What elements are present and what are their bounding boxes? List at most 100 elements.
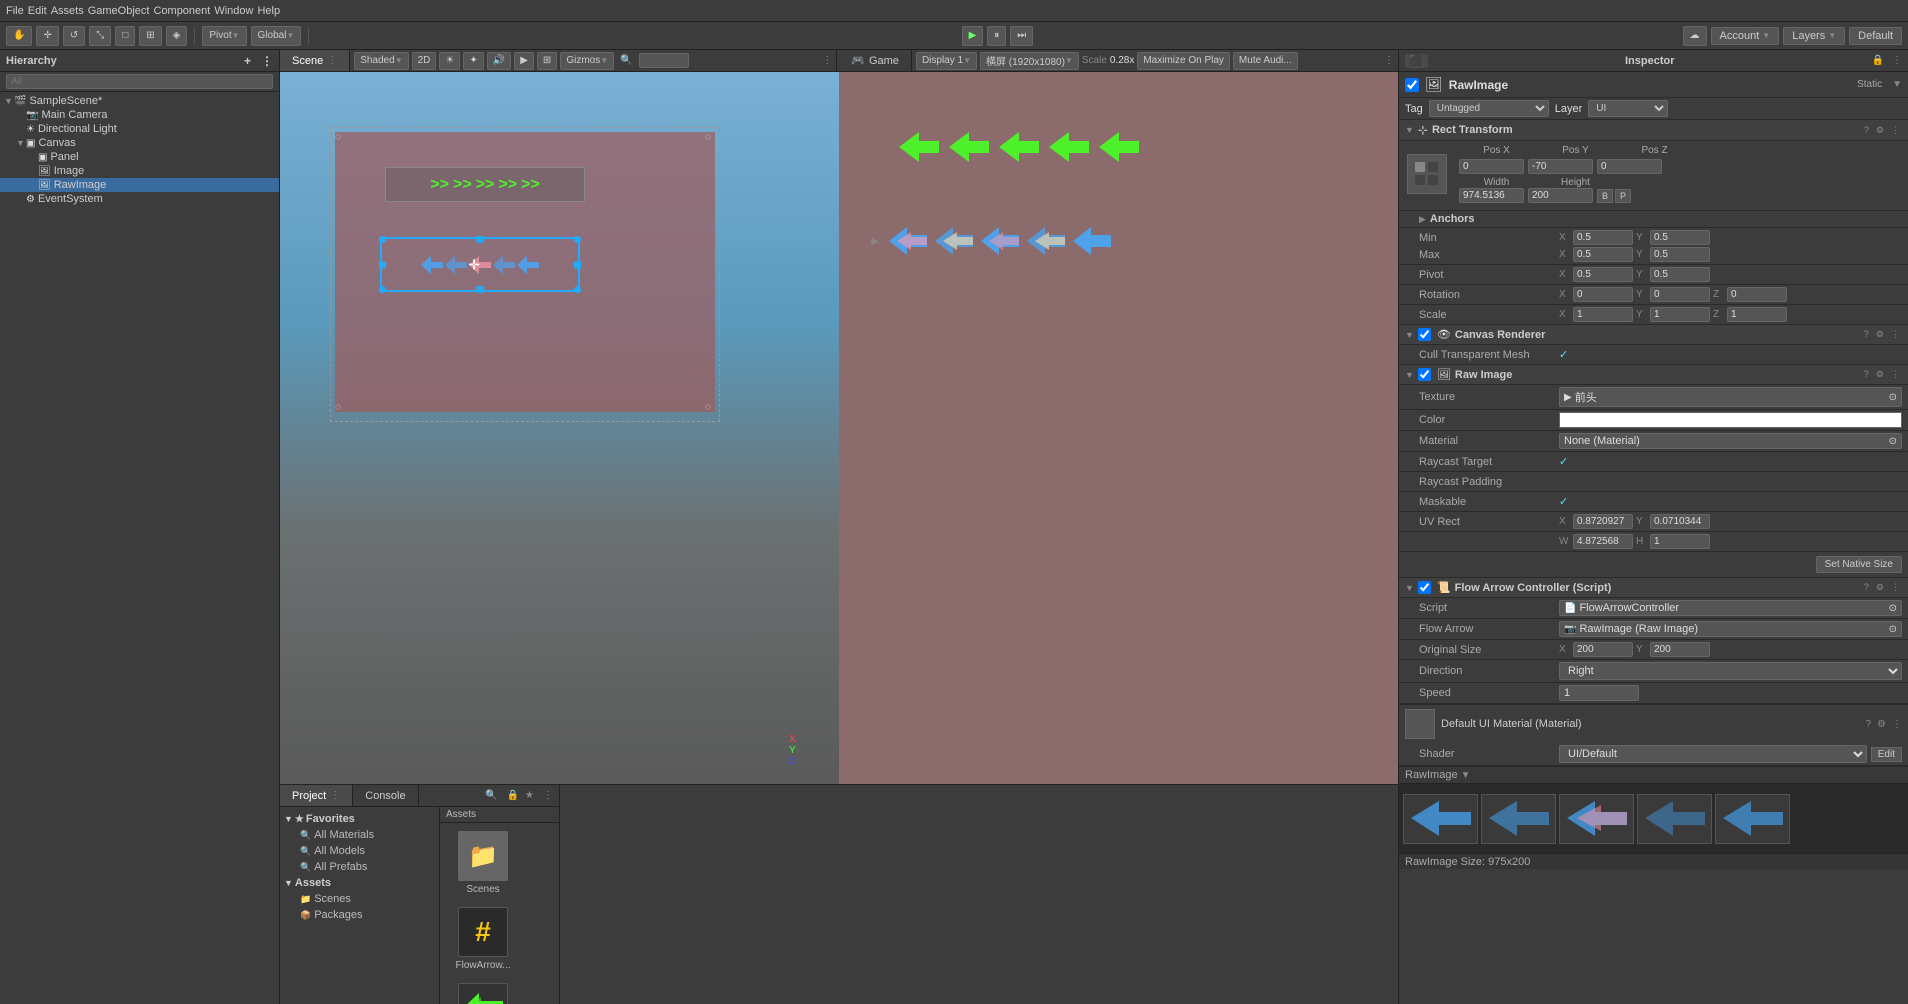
material-settings-btn[interactable]: ⚙	[1877, 719, 1886, 730]
hierarchy-item[interactable]: ☀ Directional Light	[0, 122, 279, 136]
uv-x-input[interactable]	[1573, 514, 1633, 529]
global-btn[interactable]: Global ▼	[251, 26, 302, 46]
rt-b-btn[interactable]: B	[1597, 189, 1613, 203]
menu-component[interactable]: Component	[153, 5, 210, 17]
scale-x-input[interactable]	[1573, 307, 1633, 322]
raw-image-header[interactable]: ▼ 🖼 Raw Image ? ⚙ ⋮	[1399, 365, 1908, 385]
rt-menu-btn[interactable]: ⋮	[1889, 125, 1902, 136]
rot-y-input[interactable]	[1650, 287, 1710, 302]
ri-enabled[interactable]	[1418, 368, 1431, 381]
uv-w-input[interactable]	[1573, 534, 1633, 549]
fa-info-btn[interactable]: ?	[1862, 582, 1871, 593]
hierarchy-search-input[interactable]	[6, 74, 273, 89]
cr-menu-btn[interactable]: ⋮	[1889, 329, 1902, 340]
rt-settings-btn[interactable]: ⚙	[1874, 125, 1886, 136]
scene-tab[interactable]: Scene ⋮	[280, 50, 350, 71]
width-input[interactable]	[1459, 188, 1524, 203]
handle-tr[interactable]	[574, 236, 581, 243]
resolution-btn[interactable]: 横屏 (1920x1080) ▼	[980, 52, 1079, 70]
game-tab[interactable]: 🎮 Game	[839, 50, 912, 71]
orig-x-input[interactable]	[1573, 642, 1633, 657]
min-x-input[interactable]	[1573, 230, 1633, 245]
color-picker[interactable]	[1559, 412, 1902, 428]
shader-select[interactable]: UI/Default	[1559, 745, 1867, 763]
lights-btn[interactable]: ☀	[439, 52, 460, 70]
layers-btn[interactable]: Layers ▼	[1783, 27, 1845, 45]
speed-input[interactable]	[1559, 685, 1639, 701]
mute-btn[interactable]: Mute Audi...	[1233, 52, 1298, 70]
canvas-renderer-header[interactable]: ▼ 👁 Canvas Renderer ? ⚙ ⋮	[1399, 325, 1908, 345]
texture-picker[interactable]: ▶ 前头 ⊙	[1559, 387, 1902, 407]
console-tab[interactable]: Console	[353, 785, 418, 806]
hierarchy-item[interactable]: ▣ Panel	[0, 150, 279, 164]
packages-item[interactable]: 📦 Packages	[280, 907, 439, 923]
custom-tool[interactable]: ◈	[166, 26, 188, 46]
hierarchy-item[interactable]: ▼ ▣ Canvas	[0, 136, 279, 150]
uv-y-input[interactable]	[1650, 514, 1710, 529]
scenes-item[interactable]: 📁 Scenes	[280, 891, 439, 907]
menu-edit[interactable]: Edit	[28, 5, 47, 17]
shading-btn[interactable]: Shaded ▼	[354, 52, 408, 70]
cr-settings-btn[interactable]: ⚙	[1874, 329, 1886, 340]
rot-z-input[interactable]	[1727, 287, 1787, 302]
anchor-preset-btn[interactable]	[1407, 154, 1447, 194]
handle-b[interactable]	[477, 286, 484, 293]
rotate-tool[interactable]: ↺	[63, 26, 85, 46]
project-menu-icon[interactable]: ⋮	[537, 785, 559, 806]
cr-info-btn[interactable]: ?	[1862, 329, 1871, 340]
min-y-input[interactable]	[1650, 230, 1710, 245]
hierarchy-menu-btn[interactable]: ⋮	[261, 54, 273, 68]
menu-help[interactable]: Help	[257, 5, 280, 17]
rot-x-input[interactable]	[1573, 287, 1633, 302]
hierarchy-item[interactable]: ▼ 🎬 SampleScene*	[0, 94, 279, 108]
step-button[interactable]: ⏭	[1010, 26, 1033, 46]
maximize-btn[interactable]: Maximize On Play	[1137, 52, 1230, 70]
max-x-input[interactable]	[1573, 247, 1633, 262]
default-btn[interactable]: Default	[1849, 27, 1902, 45]
hierarchy-item[interactable]: 🖼 Image	[0, 164, 279, 178]
fa-settings-btn[interactable]: ⚙	[1874, 582, 1886, 593]
scale-z-input[interactable]	[1727, 307, 1787, 322]
asset-double-arrow[interactable]: 双箭头	[448, 983, 518, 1004]
scale-y-input[interactable]	[1650, 307, 1710, 322]
transform-tool[interactable]: ⊞	[139, 26, 161, 46]
pos-y-input[interactable]	[1528, 159, 1593, 174]
asset-flowarrow[interactable]: # FlowArrow...	[448, 907, 518, 971]
handle-l[interactable]	[379, 261, 386, 268]
menu-assets[interactable]: Assets	[51, 5, 84, 17]
all-prefabs[interactable]: 🔍 All Prefabs	[280, 859, 439, 875]
scale-tool[interactable]: ⤡	[89, 26, 111, 46]
handle-r[interactable]	[574, 261, 581, 268]
game-menu-btn[interactable]: ⋮	[1384, 55, 1394, 66]
rawimage-selection[interactable]: ✛	[380, 237, 580, 292]
project-tab[interactable]: Project ⋮	[280, 785, 353, 806]
hierarchy-item-rawimage[interactable]: 🖼 RawImage	[0, 178, 279, 192]
component-enabled-checkbox[interactable]	[1405, 78, 1419, 92]
pivot-btn[interactable]: Pivot ▼	[202, 26, 246, 46]
pivot-y-input[interactable]	[1650, 267, 1710, 282]
rt-info-btn[interactable]: ?	[1862, 125, 1871, 136]
project-lock-icon[interactable]: 🔒	[504, 785, 522, 806]
rect-transform-header[interactable]: ▼ ⊹ Rect Transform ? ⚙ ⋮	[1399, 120, 1908, 141]
hand-tool[interactable]: ✋	[6, 26, 32, 46]
direction-select[interactable]: Right	[1559, 662, 1902, 680]
all-materials[interactable]: 🔍 All Materials	[280, 827, 439, 843]
handle-br[interactable]	[574, 286, 581, 293]
grid-btn[interactable]: ⊞	[537, 52, 557, 70]
handle-t[interactable]	[477, 236, 484, 243]
2d-btn[interactable]: 2D	[412, 52, 437, 70]
orig-y-input[interactable]	[1650, 642, 1710, 657]
pivot-x-input[interactable]	[1573, 267, 1633, 282]
cr-enabled[interactable]	[1418, 328, 1431, 341]
scene-view[interactable]: >> >> >> >> >>	[280, 72, 839, 784]
edit-shader-btn[interactable]: Edit	[1871, 747, 1902, 762]
handle-tl[interactable]	[379, 236, 386, 243]
handle-bl[interactable]	[379, 286, 386, 293]
hierarchy-item[interactable]: ⚙ EventSystem	[0, 192, 279, 206]
ri-settings-btn[interactable]: ⚙	[1874, 369, 1886, 380]
target-icon[interactable]: ⊙	[1889, 392, 1897, 403]
flow-arrow-header[interactable]: ▼ 📜 Flow Arrow Controller (Script) ? ⚙ ⋮	[1399, 578, 1908, 598]
collab-btn[interactable]: ☁	[1683, 26, 1707, 46]
menu-window[interactable]: Window	[214, 5, 253, 17]
material-target-icon[interactable]: ⊙	[1889, 436, 1897, 447]
